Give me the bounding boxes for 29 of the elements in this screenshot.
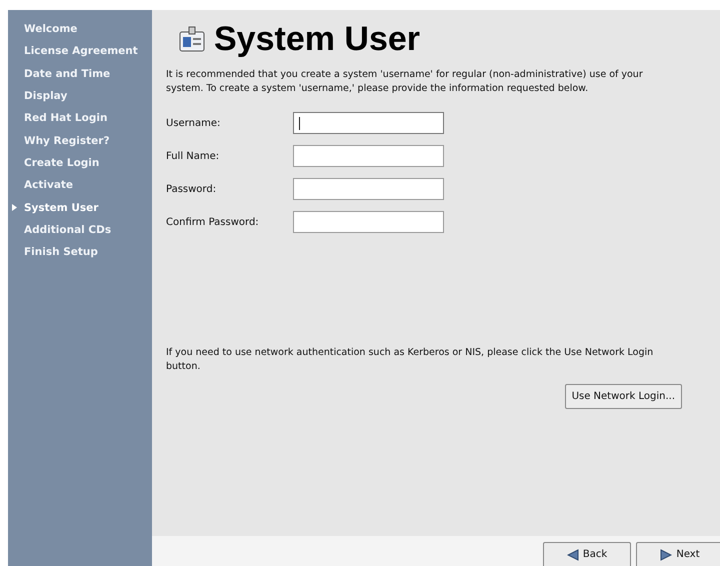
field-label: Username: bbox=[166, 118, 222, 128]
next-button[interactable]: Next bbox=[636, 542, 720, 566]
field-label: Full Name: bbox=[166, 150, 220, 162]
current-step-icon bbox=[12, 204, 17, 212]
input-field[interactable] bbox=[293, 211, 444, 233]
input-field[interactable] bbox=[293, 178, 444, 200]
right-triangle-icon bbox=[660, 548, 672, 560]
sidebar-item[interactable]: Red Hat Login bbox=[8, 107, 152, 130]
sidebar-item[interactable]: Activate bbox=[8, 174, 152, 196]
network-note: If you need to use network authentication such as Kerberos or NIS, please click the Use Network Login button. bbox=[166, 346, 654, 374]
network-login-button[interactable]: Use Network Login... bbox=[564, 384, 682, 409]
input-field[interactable] bbox=[293, 145, 444, 167]
left-triangle-icon bbox=[566, 548, 579, 560]
sidebar-item[interactable]: Finish Setup bbox=[8, 240, 152, 264]
back-button[interactable]: Back bbox=[543, 542, 631, 566]
sidebar-item[interactable]: Why Register? bbox=[8, 129, 152, 152]
field-label: Confirm Password: bbox=[166, 216, 260, 228]
intro-text: It is recommended that you create a system 'username' for regular (non-administrative) use of your system. To create a system 'username,' please provide the information requested below. bbox=[166, 68, 644, 96]
id-card-icon bbox=[178, 25, 206, 53]
input-field[interactable] bbox=[293, 112, 444, 134]
sidebar-item[interactable]: System User bbox=[8, 196, 152, 219]
sidebar-item[interactable]: Additional CDs bbox=[8, 218, 152, 241]
sidebar-item[interactable]: Welcome bbox=[8, 18, 152, 40]
sidebar-item[interactable]: Date and Time bbox=[8, 62, 152, 85]
field-label: Password: bbox=[166, 184, 218, 194]
sidebar-item[interactable]: Create Login bbox=[8, 152, 152, 174]
sidebar-item[interactable]: License Agreement bbox=[8, 40, 152, 63]
page-title: System User bbox=[214, 20, 420, 58]
sidebar-item[interactable]: Display bbox=[8, 84, 152, 108]
